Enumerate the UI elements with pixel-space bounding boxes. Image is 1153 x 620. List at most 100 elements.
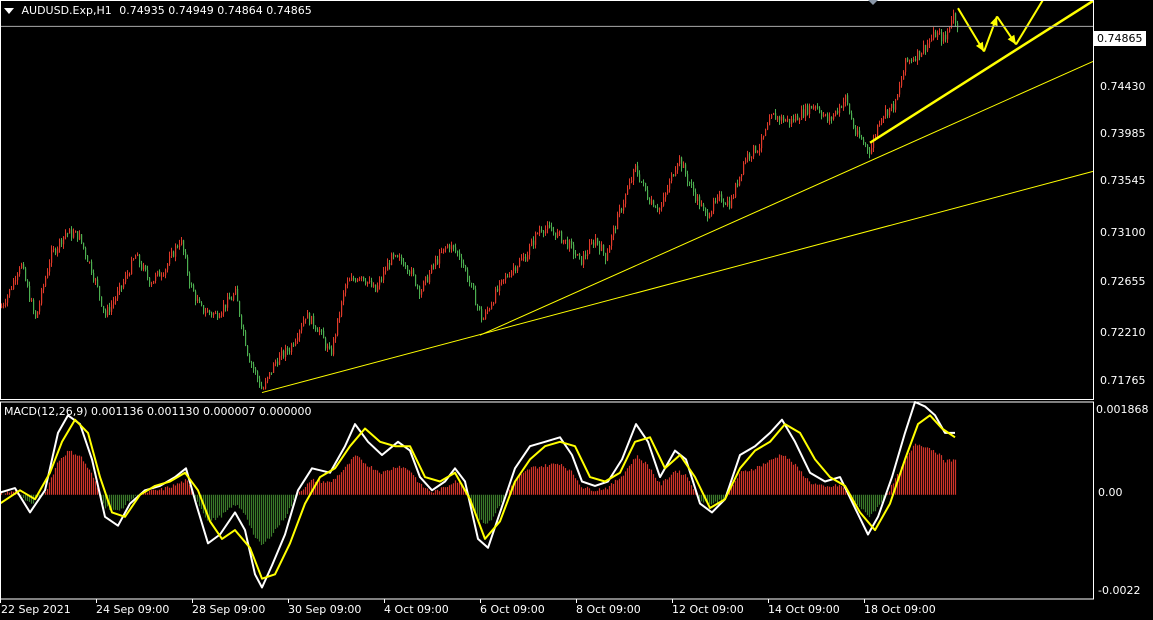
candle-body [661, 205, 663, 209]
candle-body [169, 256, 171, 265]
candle-body [225, 304, 227, 308]
candle-body [197, 299, 199, 301]
candle-body [31, 300, 33, 302]
candle-body [293, 344, 295, 346]
candle-body [665, 193, 667, 198]
candle-body [549, 225, 551, 228]
candle-body [511, 270, 513, 277]
candle-body [863, 139, 865, 144]
candle-body [649, 198, 651, 204]
candle-body [93, 273, 95, 281]
candle-body [11, 289, 13, 291]
candle-body [473, 283, 475, 290]
candle-body [675, 170, 677, 176]
time-axis-tick: 8 Oct 09:00 [576, 603, 641, 616]
candle-body [457, 251, 459, 253]
time-axis-tick: 14 Oct 09:00 [768, 603, 840, 616]
candle-body [343, 292, 345, 302]
candle-body [521, 258, 523, 261]
candle-body [639, 174, 641, 182]
candle-body [773, 113, 775, 115]
triangle-down-icon[interactable] [4, 8, 14, 14]
candle-body [27, 280, 29, 286]
candle-body [943, 34, 945, 42]
candle-body [605, 253, 607, 261]
candle-body [311, 315, 313, 325]
candle-body [633, 169, 635, 181]
candle-body [839, 106, 841, 113]
candle-body [357, 278, 359, 282]
candle-body [359, 278, 361, 280]
candle-body [481, 309, 483, 320]
candle-body [563, 239, 565, 243]
candle-body [441, 252, 443, 254]
candle-body [243, 326, 245, 332]
candle-body [883, 116, 885, 119]
candle-body [509, 276, 511, 278]
candle-body [33, 300, 35, 311]
candle-body [491, 304, 493, 309]
candle-body [117, 291, 119, 299]
candle-body [195, 291, 197, 301]
candle-body [849, 103, 851, 114]
candle-body [503, 279, 505, 281]
candle-body [45, 277, 47, 286]
candle-body [79, 234, 81, 240]
candle-body [309, 313, 311, 325]
candle-body [141, 264, 143, 270]
candle-body [323, 330, 325, 339]
candle-body [653, 200, 655, 207]
candle-body [203, 305, 205, 313]
candle-body [391, 253, 393, 266]
candle-body [199, 299, 201, 303]
candle-body [255, 368, 257, 372]
candle-body [7, 295, 9, 303]
candle-body [51, 249, 53, 263]
symbol-label: AUDUSD.Exp,H1 [21, 4, 112, 17]
candle-body [835, 110, 837, 115]
candle-body [535, 233, 537, 245]
candle-body [495, 288, 497, 303]
candle-body [59, 239, 61, 249]
candle-body [35, 310, 37, 318]
price-axis-tick: 0.72210 [1100, 326, 1146, 339]
candle-body [751, 156, 753, 158]
candle-body [543, 231, 545, 234]
candle-body [571, 240, 573, 245]
candle-body [19, 268, 21, 275]
candle-body [785, 120, 787, 122]
candle-body [541, 229, 543, 232]
candle-body [405, 265, 407, 267]
candle-body [617, 213, 619, 230]
trendline [479, 60, 1094, 336]
candle-body [577, 254, 579, 256]
candle-body [23, 264, 25, 269]
arrow-head [990, 16, 998, 27]
candle-body [627, 188, 629, 195]
candle-body [83, 242, 85, 248]
candle-body [125, 275, 127, 282]
candle-body [891, 103, 893, 108]
candle-body [101, 296, 103, 307]
candle-body [947, 31, 949, 40]
candle-body [191, 284, 193, 286]
candle-body [641, 181, 643, 183]
candle-body [561, 231, 563, 243]
candle-body [745, 159, 747, 163]
candle-body [731, 197, 733, 209]
candle-body [215, 313, 217, 315]
candle-body [687, 174, 689, 182]
candle-body [271, 372, 273, 374]
candle-body [733, 196, 735, 198]
price-axis-tick: 0.71765 [1100, 374, 1146, 387]
candle-body [557, 231, 559, 238]
candle-body [939, 32, 941, 34]
candle-body [927, 43, 929, 51]
candle-body [877, 125, 879, 136]
candle-body [579, 254, 581, 257]
candle-body [619, 208, 621, 214]
candle-body [797, 115, 799, 121]
candle-body [485, 311, 487, 319]
candle-body [431, 265, 433, 273]
candle-body [429, 272, 431, 283]
